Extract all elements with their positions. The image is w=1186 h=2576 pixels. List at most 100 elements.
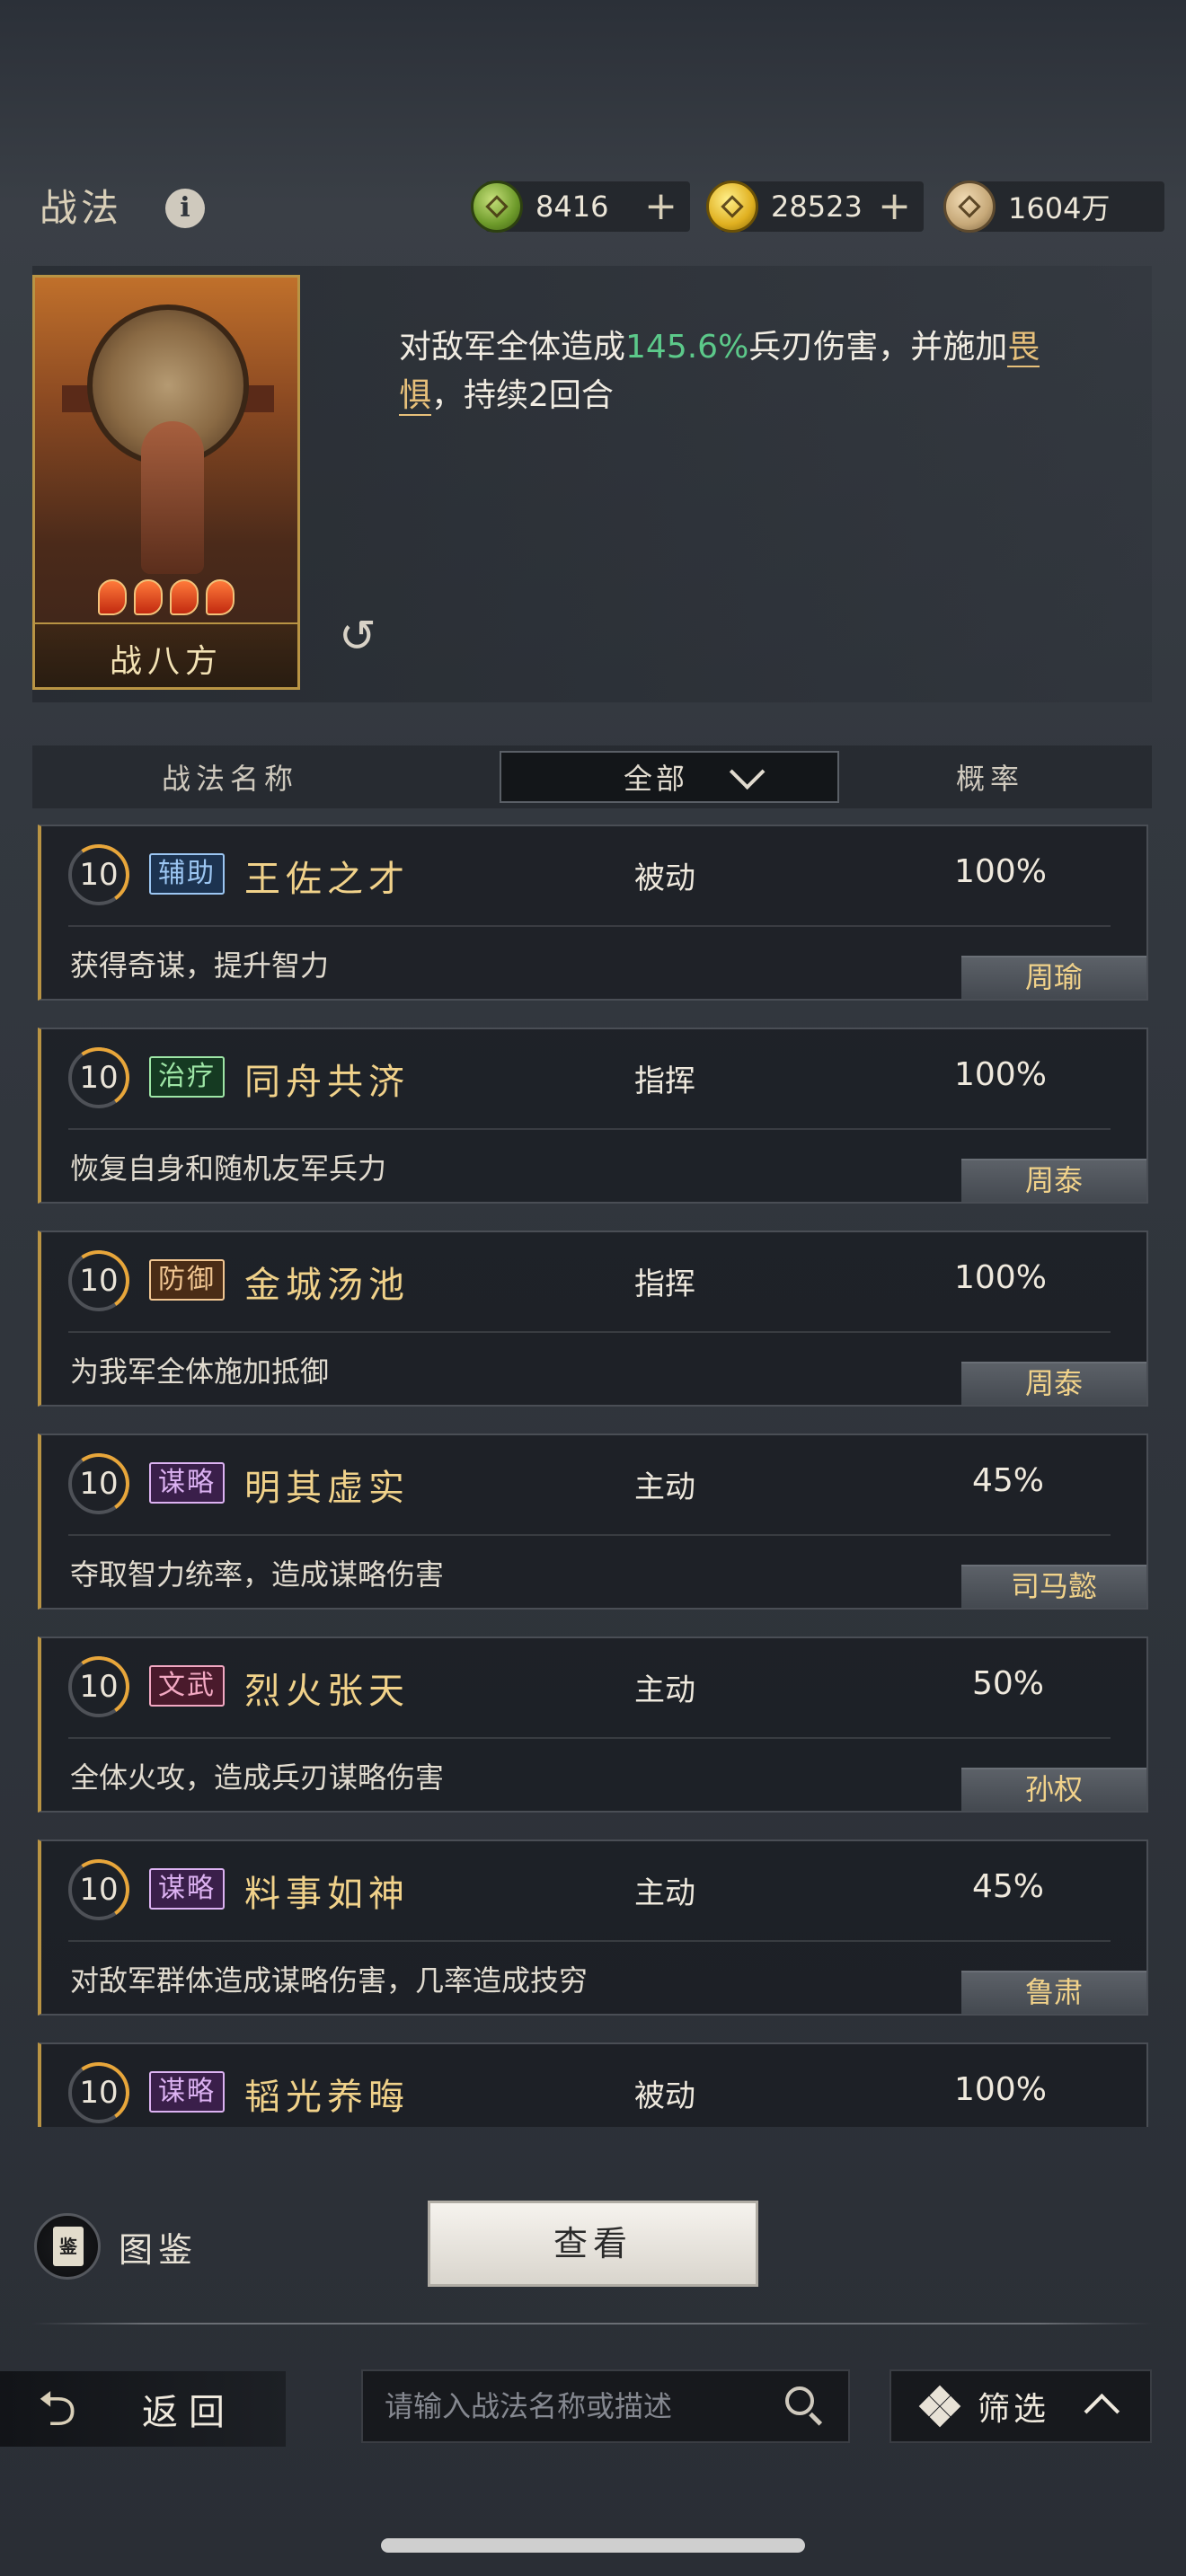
- back-arrow-icon: ⮌: [38, 2380, 77, 2437]
- skill-category-tag: 谋略: [149, 1868, 225, 1910]
- back-label: 返回: [142, 2392, 235, 2433]
- skill-name: 明其虚实: [244, 1468, 410, 1509]
- skill-general-badge: 周泰: [961, 1159, 1146, 1202]
- skill-rate: 50%: [972, 1665, 1045, 1702]
- level-progress-arc: [63, 1448, 135, 1520]
- codex-label[interactable]: 图鉴: [119, 2222, 198, 2272]
- level-progress-arc: [63, 1042, 135, 1114]
- filter-label: 筛选: [978, 2391, 1050, 2428]
- page-title: 战法: [40, 186, 123, 230]
- skill-rate: 100%: [954, 853, 1047, 890]
- desc-text: 兵刃伤害，并施加: [748, 329, 1008, 366]
- skill-list-item[interactable]: 10 谋略 韬光养晦 被动 100%: [38, 2042, 1148, 2127]
- back-button[interactable]: ⮌ 返回: [0, 2371, 286, 2447]
- resource-copper: 1604万: [943, 181, 1164, 233]
- skill-name: 王佐之才: [244, 859, 410, 900]
- tier-icon: [98, 579, 127, 615]
- skill-list[interactable]: 10 辅助 王佐之才 被动 100% 获得奇谋，提升智力 周瑜 10 治疗 同舟…: [32, 825, 1152, 2127]
- card-art-warrior: [141, 421, 204, 574]
- skill-general-badge: 司马懿: [961, 1565, 1146, 1608]
- skill-general-badge: 孙权: [961, 1768, 1146, 1811]
- view-button[interactable]: 查看: [428, 2201, 758, 2287]
- desc-text: ，持续2回合: [431, 377, 614, 414]
- jade-coin-icon: [471, 181, 523, 233]
- divider: [68, 1737, 1111, 1739]
- skill-list-item[interactable]: 10 辅助 王佐之才 被动 100% 获得奇谋，提升智力 周瑜: [38, 825, 1148, 1001]
- column-skill-name: 战法名称: [162, 762, 299, 796]
- desc-text: 对敌军全体造成: [399, 329, 626, 366]
- skill-type: 被动: [634, 860, 695, 896]
- codex-icon-glyph: 鉴: [53, 2227, 84, 2266]
- skill-card-name: 战八方: [109, 643, 223, 680]
- desc-value: 145.6%: [625, 329, 749, 366]
- skill-type: 主动: [634, 1469, 695, 1505]
- skill-type: 指挥: [634, 1063, 695, 1099]
- search-bar[interactable]: [361, 2369, 850, 2443]
- skill-summary: 全体火攻，造成兵刃谋略伤害: [70, 1760, 445, 1795]
- tier-icon: [170, 579, 199, 615]
- filter-icon: [918, 2385, 961, 2428]
- skill-name: 烈火张天: [244, 1671, 410, 1712]
- reset-icon[interactable]: ↺: [332, 611, 383, 661]
- skill-summary: 为我军全体施加抵御: [70, 1354, 330, 1389]
- skill-general-badge: 鲁肃: [961, 1971, 1146, 2014]
- skill-list-item[interactable]: 10 谋略 料事如神 主动 45% 对敌军群体造成谋略伤害，几率造成技穷 鲁肃: [38, 1839, 1148, 2016]
- skill-list-item[interactable]: 10 谋略 明其虚实 主动 45% 夺取智力统率，造成谋略伤害 司马懿: [38, 1434, 1148, 1610]
- skill-general-badge: 周瑜: [961, 956, 1146, 999]
- info-icon[interactable]: i: [165, 189, 205, 228]
- type-filter-value: 全部: [624, 762, 689, 796]
- skill-type: 指挥: [634, 1266, 695, 1302]
- copper-coin-icon: [943, 181, 996, 233]
- skill-category-tag: 文武: [149, 1665, 225, 1707]
- skill-name: 韬光养晦: [244, 2077, 410, 2118]
- search-input[interactable]: [385, 2389, 762, 2423]
- chevron-up-icon: [1084, 2393, 1120, 2430]
- skill-category-tag: 谋略: [149, 2071, 225, 2113]
- skill-summary: 对敌军群体造成谋略伤害，几率造成技穷: [70, 1963, 589, 1998]
- skill-rate: 45%: [972, 1462, 1045, 1499]
- add-gold-button[interactable]: +: [878, 187, 911, 226]
- divider: [68, 925, 1111, 927]
- skill-general-badge: 周泰: [961, 1362, 1146, 1405]
- filter-button[interactable]: 筛选: [890, 2369, 1152, 2443]
- gold-coin-icon: [706, 181, 758, 233]
- level-progress-arc: [63, 1854, 135, 1926]
- divider: [68, 1128, 1111, 1130]
- skill-category-tag: 辅助: [149, 853, 225, 895]
- skill-name: 金城汤池: [244, 1265, 410, 1306]
- level-progress-arc: [63, 2057, 135, 2127]
- divider: [32, 2323, 1152, 2325]
- codex-icon[interactable]: 鉴: [34, 2213, 101, 2280]
- search-icon[interactable]: [785, 2386, 825, 2426]
- chevron-down-icon: [729, 754, 766, 790]
- divider: [68, 1534, 1111, 1536]
- skill-type: 主动: [634, 1875, 695, 1911]
- add-jade-button[interactable]: +: [644, 187, 677, 226]
- tier-icon: [206, 579, 235, 615]
- skill-category-tag: 谋略: [149, 1462, 225, 1504]
- column-rate: 概率: [956, 762, 1025, 796]
- resource-gold-value: 28523: [771, 190, 863, 224]
- skill-list-item[interactable]: 10 治疗 同舟共济 指挥 100% 恢复自身和随机友军兵力 周泰: [38, 1028, 1148, 1204]
- skill-category-tag: 防御: [149, 1259, 225, 1301]
- resource-jade: 8416 +: [471, 181, 690, 233]
- type-filter-dropdown[interactable]: 全部: [500, 751, 839, 803]
- resource-gold: 28523 +: [706, 181, 924, 233]
- skill-name: 料事如神: [244, 1874, 410, 1915]
- skill-summary: 夺取智力统率，造成谋略伤害: [70, 1557, 445, 1592]
- skill-category-tag: 治疗: [149, 1056, 225, 1098]
- skill-summary: 获得奇谋，提升智力: [70, 948, 330, 983]
- level-progress-arc: [63, 1651, 135, 1723]
- home-indicator[interactable]: [381, 2538, 805, 2553]
- skill-rate: 100%: [954, 2071, 1047, 2108]
- skill-list-item[interactable]: 10 防御 金城汤池 指挥 100% 为我军全体施加抵御 周泰: [38, 1231, 1148, 1407]
- skill-name: 同舟共济: [244, 1062, 410, 1103]
- skill-card[interactable]: 战八方: [32, 275, 300, 690]
- level-progress-arc: [63, 839, 135, 911]
- skill-list-item[interactable]: 10 文武 烈火张天 主动 50% 全体火攻，造成兵刃谋略伤害 孙权: [38, 1636, 1148, 1813]
- divider: [68, 1940, 1111, 1942]
- resource-copper-value: 1604万: [1008, 191, 1111, 225]
- skill-tier-icons: [98, 579, 242, 615]
- skill-summary: 恢复自身和随机友军兵力: [70, 1151, 387, 1186]
- skill-rate: 45%: [972, 1868, 1045, 1905]
